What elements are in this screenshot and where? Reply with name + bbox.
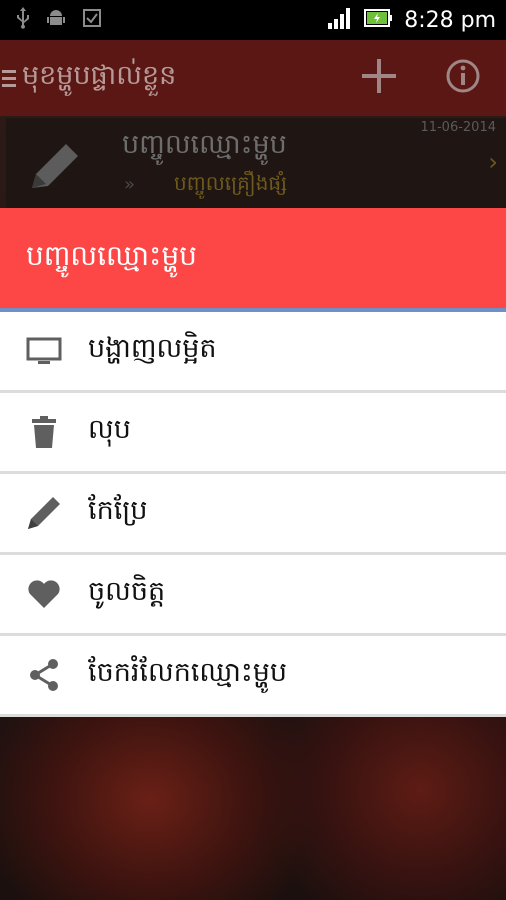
action-bar: មុខម្ហូបផ្ទាល់ខ្លួន [0, 40, 506, 116]
menu-item-edit[interactable]: កែប្រែ [0, 474, 506, 555]
battery-charging-icon [364, 8, 393, 32]
clock: 8:28 pm [404, 7, 496, 33]
share-icon [0, 657, 88, 693]
recipe-title: បញ្ចូលឈ្មោះម្ហូប [122, 129, 287, 160]
pencil-icon [24, 140, 86, 200]
menu-drawer-icon[interactable] [0, 67, 16, 89]
pencil-icon [0, 493, 88, 533]
dialog-title: បញ្ចូលឈ្មោះម្ហូប [26, 238, 197, 272]
checkbox-notification-icon [82, 8, 102, 33]
bullet-marker: » [124, 174, 136, 195]
monitor-icon [0, 336, 88, 366]
menu-item-label: កែប្រែ [88, 494, 148, 526]
recipe-subtitle: បញ្ចូលគ្រឿងផ្សំ [174, 171, 288, 195]
info-icon[interactable] [446, 59, 480, 97]
menu-item-delete[interactable]: លុប [0, 393, 506, 474]
signal-icon [328, 7, 352, 33]
recipe-list-item[interactable]: បញ្ចូលឈ្មោះម្ហូប 11-06-2014 » បញ្ចូលគ្រឿ… [6, 118, 506, 209]
add-icon[interactable] [360, 57, 398, 99]
menu-item-label: បង្ហាញលម្អិត [88, 332, 217, 364]
menu-item-label: លុប [88, 413, 131, 445]
menu-item-share[interactable]: ចែករំលែកឈ្មោះម្ហូប [0, 636, 506, 717]
app-title: មុខម្ហូបផ្ទាល់ខ្លួន [22, 59, 177, 91]
android-debug-icon [46, 8, 66, 33]
menu-item-favorite[interactable]: ចូលចិត្ត [0, 555, 506, 636]
status-bar: 8:28 pm [0, 0, 506, 40]
menu-item-show-details[interactable]: បង្ហាញលម្អិត [0, 312, 506, 393]
usb-icon [16, 6, 30, 34]
context-menu: បង្ហាញលម្អិត លុប កែប្រែ ចូលចិត្ត ចែករំលែ… [0, 312, 506, 717]
trash-icon [0, 415, 88, 449]
dialog-header: បញ្ចូលឈ្មោះម្ហូប [0, 208, 506, 308]
menu-item-label: ចែករំលែកឈ្មោះម្ហូប [88, 656, 288, 688]
chevron-right-icon: › [488, 148, 498, 176]
menu-item-label: ចូលចិត្ត [88, 575, 166, 607]
heart-icon [0, 579, 88, 609]
recipe-date: 11-06-2014 [420, 120, 496, 135]
